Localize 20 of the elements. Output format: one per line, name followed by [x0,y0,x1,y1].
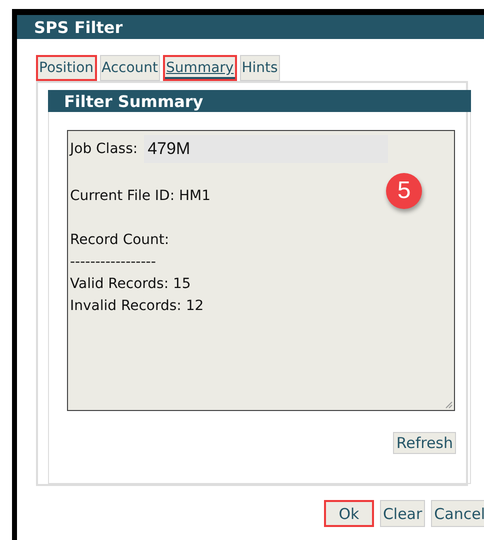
dialog-button[interactable]: Ok [324,500,374,527]
field-label: Job Class: [70,140,138,159]
summary-line: Record Count: [70,231,170,250]
summary-line: Current File ID: HM1 [70,187,210,206]
refresh-button[interactable]: Refresh [393,432,456,454]
tab[interactable]: Hints [240,55,280,81]
tab[interactable]: Position [36,55,97,81]
step-badge: 5 [386,173,422,209]
summary-text-area[interactable]: Job Class: 479M Current File ID: HM1 Record Count: ----------------- Valid Records: 15 Invalid Records: 12 5 [67,130,455,411]
dialog-button[interactable]: Clear [380,500,426,527]
dialog-button[interactable]: Cancel [431,500,484,527]
job-class-field: 479M [144,135,388,163]
resize-grip-icon[interactable] [444,400,453,409]
tab[interactable]: Account [100,55,160,81]
summary-line: ----------------- [70,253,156,272]
tab[interactable]: Summary [163,55,237,81]
summary-line: Invalid Records: 12 [70,297,204,316]
window-title: SPS Filter [17,15,484,39]
section-header: Filter Summary [48,90,471,112]
summary-line: Valid Records: 15 [70,275,191,294]
